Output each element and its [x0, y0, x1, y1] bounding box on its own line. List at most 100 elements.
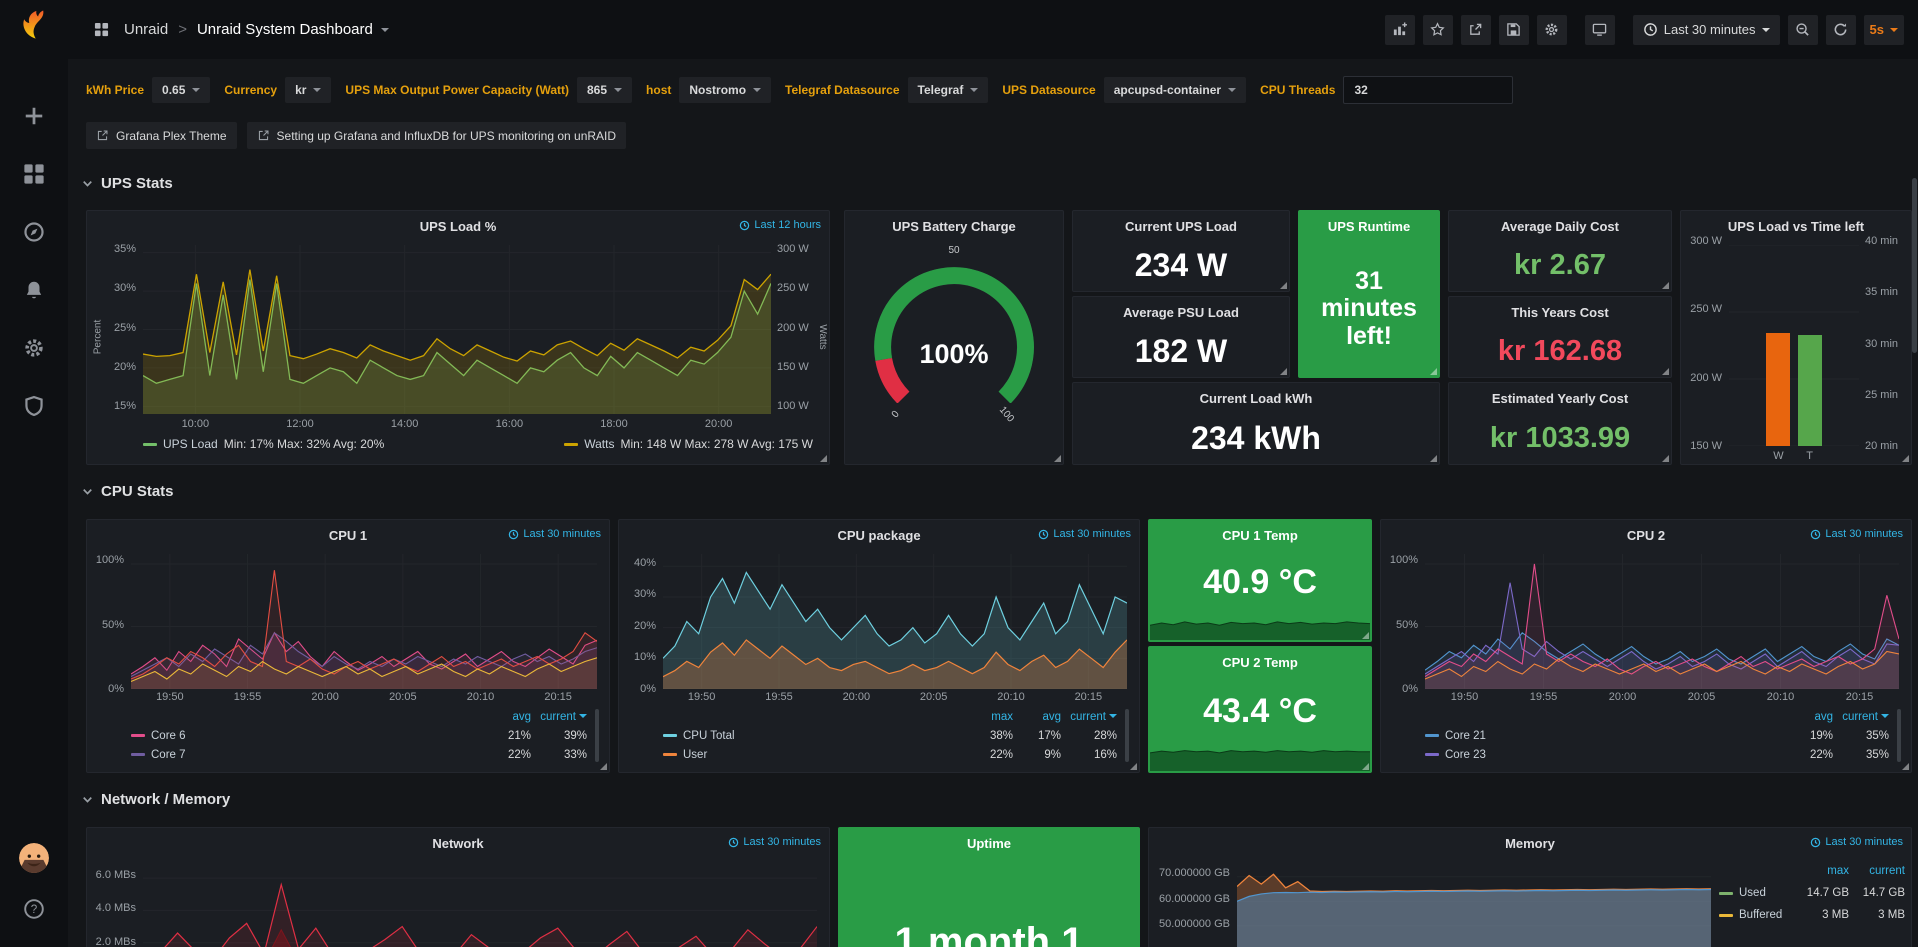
legend-item[interactable]: Core 7 22% 33% — [131, 745, 587, 764]
breadcrumb-dashboard-title[interactable]: Unraid System Dashboard — [197, 21, 373, 38]
share-button[interactable] — [1461, 15, 1491, 45]
panel-title[interactable]: CPU 2 — [1627, 528, 1665, 543]
variable-value-dropdown[interactable]: Nostromo — [679, 77, 771, 103]
variable-value-dropdown[interactable]: apcupsd-container — [1104, 77, 1246, 103]
panel-time-range[interactable]: Last 30 minutes — [1810, 836, 1903, 848]
legend-item[interactable]: Buffered 3 MB 3 MB — [1719, 904, 1905, 926]
chart-bar[interactable] — [1798, 335, 1822, 446]
series-color-swatch — [131, 734, 145, 737]
variable-text-input[interactable]: 32 — [1343, 76, 1513, 104]
legend-sort-header[interactable]: current — [1833, 711, 1889, 723]
legend-item[interactable]: Core 21 19% 35% — [1425, 726, 1889, 745]
server-admin-shield-icon[interactable] — [14, 386, 54, 426]
panel-title[interactable]: CPU package — [837, 528, 920, 543]
panel-title[interactable]: CPU 1 — [329, 528, 367, 543]
refresh-button[interactable] — [1826, 15, 1856, 45]
explore-compass-icon[interactable] — [14, 212, 54, 252]
configuration-gear-icon[interactable] — [14, 328, 54, 368]
refresh-interval-label: 5s — [1870, 22, 1884, 37]
zoom-out-button[interactable] — [1788, 15, 1818, 45]
panel-title[interactable]: CPU 1 Temp — [1222, 528, 1298, 543]
legend-sort-header[interactable]: current — [1061, 711, 1117, 723]
chart-plot[interactable] — [131, 554, 597, 689]
panel-time-range[interactable]: Last 30 minutes — [1810, 528, 1903, 540]
panel-title[interactable]: CPU 2 Temp — [1222, 655, 1298, 670]
link-grafana-plex-theme[interactable]: Grafana Plex Theme — [86, 122, 237, 149]
panel-title[interactable]: UPS Battery Charge — [892, 219, 1016, 234]
dashboards-grid-icon[interactable] — [14, 154, 54, 194]
panel-title[interactable]: Estimated Yearly Cost — [1492, 391, 1628, 406]
breadcrumb-folder[interactable]: Unraid — [124, 21, 168, 38]
refresh-interval-picker[interactable]: 5s — [1864, 15, 1904, 45]
create-plus-icon[interactable] — [14, 96, 54, 136]
section-header-cpu-stats[interactable]: CPU Stats — [80, 483, 174, 500]
panel-time-range[interactable]: Last 30 minutes — [508, 528, 601, 540]
dashboard-grid-icon[interactable] — [86, 15, 116, 45]
chart-plot[interactable] — [1237, 862, 1711, 947]
panel-title[interactable]: UPS Load % — [420, 219, 497, 234]
chevron-down-icon[interactable] — [381, 28, 389, 32]
chart-bar[interactable] — [1766, 333, 1790, 446]
legend-item[interactable]: Used 14.7 GB 14.7 GB — [1719, 882, 1905, 904]
panel-title[interactable]: Network — [432, 836, 483, 851]
legend-item[interactable]: CPU Total 38% 17% 28% — [663, 726, 1117, 745]
cycle-view-mode-button[interactable] — [1585, 15, 1615, 45]
section-header-network-memory[interactable]: Network / Memory — [80, 791, 230, 808]
user-avatar[interactable] — [19, 843, 49, 873]
panel-cpu-2: CPU 2 Last 30 minutes 100%50%0% 19:5019:… — [1380, 519, 1912, 773]
chart-plot[interactable] — [1729, 245, 1859, 446]
variable-value-dropdown[interactable]: kr — [285, 77, 331, 103]
panel-title[interactable]: UPS Runtime — [1328, 219, 1410, 234]
settings-gear-icon[interactable] — [1537, 15, 1567, 45]
legend-scrollbar[interactable] — [595, 709, 599, 762]
legend-sort-header[interactable]: avg — [479, 711, 531, 723]
chart-plot[interactable] — [1425, 554, 1899, 689]
legend-sort-header[interactable]: max — [965, 711, 1013, 723]
save-button[interactable] — [1499, 15, 1529, 45]
axis-tick: 16:00 — [496, 418, 524, 430]
variable-value-dropdown[interactable]: Telegraf — [908, 77, 989, 103]
alerting-bell-icon[interactable] — [14, 270, 54, 310]
legend-item[interactable]: Watts Min: 148 W Max: 278 W Avg: 175 W — [564, 437, 813, 451]
dashboard-scroll-area[interactable]: kWh Price 0.65 Currency kr UPS Max Outpu… — [68, 59, 1918, 947]
variable-value-dropdown[interactable]: 0.65 — [152, 77, 210, 103]
panel-title[interactable]: Current Load kWh — [1200, 391, 1313, 406]
panel-title[interactable]: Current UPS Load — [1125, 219, 1237, 234]
panel-title[interactable]: This Years Cost — [1511, 305, 1608, 320]
legend-item[interactable]: Core 6 21% 39% — [131, 726, 587, 745]
panel-title[interactable]: Memory — [1505, 836, 1555, 851]
legend-scrollbar[interactable] — [1897, 709, 1901, 762]
legend-item[interactable]: UPS Load Min: 17% Max: 32% Avg: 20% — [143, 437, 384, 451]
grafana-logo-icon[interactable] — [15, 8, 53, 46]
legend-sort-header[interactable]: max — [1793, 865, 1849, 877]
chart-plot[interactable] — [663, 554, 1127, 689]
legend-scrollbar[interactable] — [1125, 709, 1129, 762]
panel-title[interactable]: Average Daily Cost — [1501, 219, 1619, 234]
help-icon[interactable]: ? — [14, 889, 54, 929]
section-header-ups-stats[interactable]: UPS Stats — [80, 175, 173, 192]
sparkline — [1150, 737, 1370, 771]
panel-time-range[interactable]: Last 30 minutes — [1038, 528, 1131, 540]
star-button[interactable] — [1423, 15, 1453, 45]
legend-sort-header[interactable]: current — [1849, 865, 1905, 877]
legend-sort-header[interactable]: current — [531, 711, 587, 723]
panel-title[interactable]: Uptime — [967, 836, 1011, 851]
variable-value-dropdown[interactable]: 865 — [577, 77, 632, 103]
scrollbar-thumb[interactable] — [1912, 178, 1917, 353]
legend-sort-header[interactable]: avg — [1013, 711, 1061, 723]
legend-item[interactable]: Core 23 22% 35% — [1425, 745, 1889, 764]
page-scrollbar[interactable] — [1912, 60, 1917, 947]
chart-plot[interactable] — [143, 245, 771, 414]
chart-plot[interactable] — [143, 862, 817, 947]
panel-time-range[interactable]: Last 12 hours — [739, 219, 821, 231]
x-axis: WT — [1729, 448, 1859, 464]
panel-time-range[interactable]: Last 30 minutes — [728, 836, 821, 848]
legend-sort-header[interactable]: avg — [1781, 711, 1833, 723]
legend-item[interactable]: User 22% 9% 16% — [663, 745, 1117, 764]
link-ups-monitoring-guide[interactable]: Setting up Grafana and InfluxDB for UPS … — [247, 122, 627, 149]
add-panel-button[interactable] — [1385, 15, 1415, 45]
chevron-down-icon — [1228, 88, 1236, 92]
time-range-picker[interactable]: Last 30 minutes — [1633, 15, 1780, 45]
panel-title[interactable]: UPS Load vs Time left — [1728, 219, 1864, 234]
panel-title[interactable]: Average PSU Load — [1123, 305, 1239, 320]
